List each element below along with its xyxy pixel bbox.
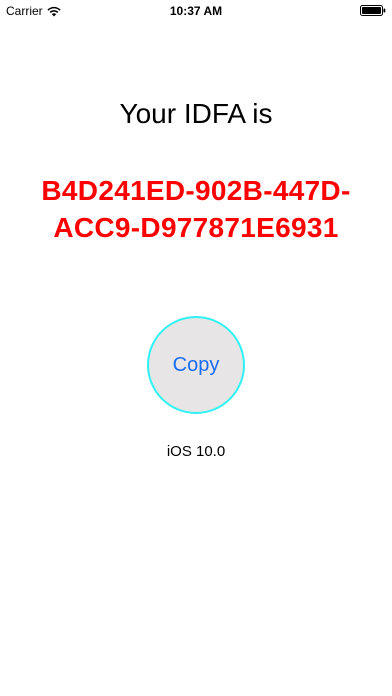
- app-screen: Carrier 10:37 AM Your IDFA is B4D241ED-9…: [0, 0, 392, 696]
- idfa-line-1: B4D241ED-902B-447D-: [41, 175, 351, 206]
- battery-full-icon: [360, 5, 386, 16]
- status-time: 10:37 AM: [169, 4, 223, 18]
- idfa-line-2: ACC9-D977871E6931: [53, 212, 339, 243]
- page-title: Your IDFA is: [119, 98, 273, 129]
- copy-button-label: Copy: [172, 353, 220, 376]
- copy-button[interactable]: Copy: [147, 316, 245, 414]
- ios-version-label: iOS 10.0: [166, 443, 226, 460]
- status-bar: Carrier 10:37 AM: [0, 0, 392, 22]
- idfa-value: B4D241ED-902B-447D- ACC9-D977871E6931: [0, 172, 392, 246]
